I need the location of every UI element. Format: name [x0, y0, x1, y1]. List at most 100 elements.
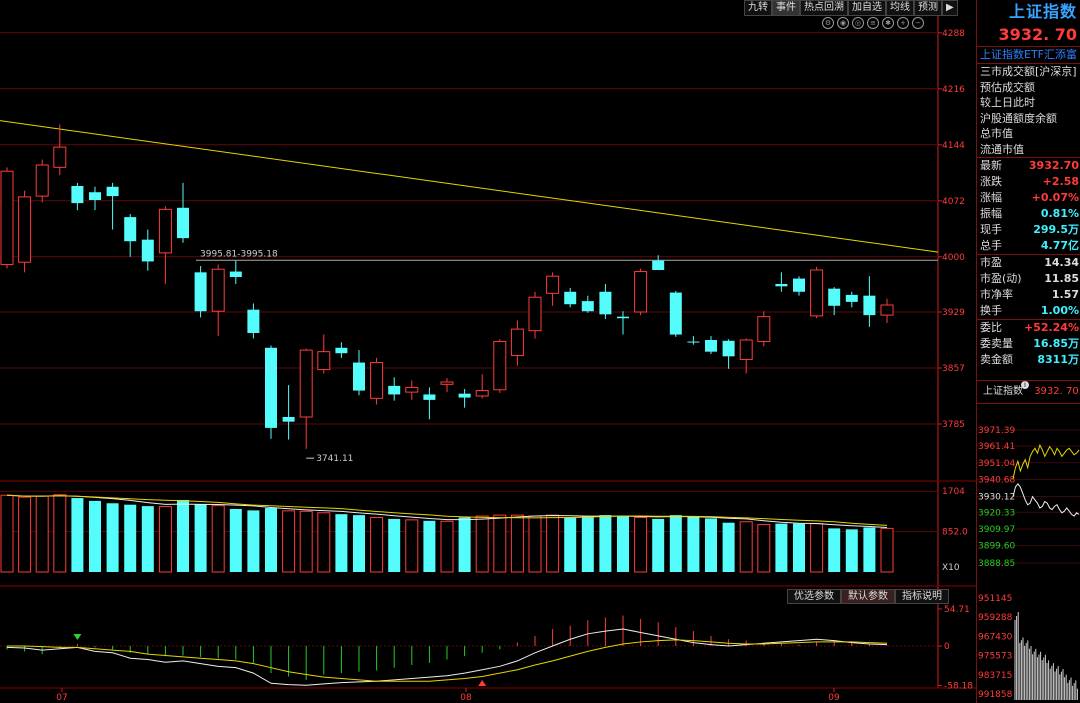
candle-body — [353, 362, 365, 391]
volume-bar — [546, 514, 560, 573]
collapse-icon[interactable]: ▶ — [942, 0, 958, 16]
candle-body — [440, 381, 454, 385]
etf-link[interactable]: 上证指数ETF汇添富 — [977, 47, 1080, 64]
toolbar-btn-1[interactable]: 事件 — [772, 0, 800, 16]
eye-alt-icon[interactable]: ◎ — [852, 17, 864, 29]
indicator-tab-0[interactable]: 优选参数 — [787, 589, 841, 604]
indicator-tab-1[interactable]: 默认参数 — [841, 589, 895, 604]
volume-bar — [0, 494, 14, 573]
quotes-label: 总手 — [980, 239, 1002, 252]
intraday-chart[interactable]: 3971.39 3961.41 3951.04 3940.68 3930.12 3920.… — [977, 425, 1080, 703]
volume-tick-label: 1704 — [942, 487, 965, 497]
toolbar-btn-3[interactable]: 加自选 — [848, 0, 886, 16]
orders-value: 8311万 — [1037, 353, 1079, 366]
indicator-tab-2[interactable]: 指标说明 — [895, 589, 949, 604]
sell-signal-icon — [478, 680, 487, 686]
mini-volume-tick-label: 959288 — [978, 613, 1013, 623]
quotes-row: 涨跌 +2.58 — [977, 174, 1080, 190]
valuation-label: 市盈 — [980, 256, 1002, 269]
x-tick-label: 09 — [828, 693, 840, 703]
candle-body — [546, 275, 560, 294]
valuation-label: 市净率 — [980, 288, 1013, 301]
panel-price: 3932. 70 — [977, 24, 1080, 47]
candle-body — [581, 301, 594, 312]
volume-bar — [634, 516, 648, 573]
volume-bar — [282, 510, 296, 573]
candle-body — [652, 260, 665, 270]
candle-body — [247, 309, 260, 333]
candle-body — [299, 349, 313, 418]
toolbar-btn-4[interactable]: 均线 — [886, 0, 914, 16]
price-tick-label: 4072 — [942, 197, 965, 207]
macd-tick-label: 54.71 — [944, 605, 970, 615]
zoom-out-icon[interactable]: − — [912, 17, 924, 29]
gear-icon[interactable]: ✱ — [882, 17, 894, 29]
candle-body — [475, 390, 489, 397]
mini-volume-tick-label: 991858 — [978, 690, 1013, 700]
settings-icon[interactable]: ⚙ — [822, 17, 834, 29]
quotes-value: 3932.70 — [1028, 159, 1079, 172]
valuation-value: 1.00% — [1040, 304, 1079, 317]
volume-bar — [599, 515, 612, 572]
volume-bar — [775, 523, 788, 572]
volume-bar — [265, 508, 277, 572]
volume-unit-label: X10 — [942, 563, 960, 573]
valuation-row: 市净率 1.57 — [977, 287, 1080, 303]
mini-tick-label: 3961.41 — [978, 442, 1015, 452]
volume-bar — [141, 506, 154, 572]
quotes-label: 最新 — [980, 159, 1002, 172]
toolbar-btn-0[interactable]: 九转 — [744, 0, 772, 16]
candle-body — [705, 340, 717, 352]
volume-bar — [652, 518, 665, 572]
candle-body — [775, 284, 788, 287]
toolbar-btn-5[interactable]: 预测 — [914, 0, 942, 16]
candle-body — [53, 146, 67, 168]
orders-label: 委比 — [980, 321, 1002, 334]
volume-bar — [440, 520, 454, 573]
info-icon[interactable]: i — [1021, 381, 1029, 389]
intraday-price-line — [1012, 443, 1080, 480]
candle-body — [211, 268, 225, 312]
orders-value: 16.85万 — [1033, 337, 1079, 350]
volume-bar — [810, 523, 824, 573]
volume-bar — [158, 506, 172, 573]
price-tick-label: 3929 — [942, 308, 965, 318]
zoom-in-icon[interactable]: + — [897, 17, 909, 29]
candle-body — [880, 304, 894, 316]
volume-bar — [845, 529, 858, 572]
toolbar-btn-2[interactable]: 热点回溯 — [800, 0, 848, 16]
volume-bar — [528, 515, 542, 573]
market-info-list: 三市成交额[沪深京] 预估成交额 较上日此时 沪股通额度余额 总市值 流通市值 — [977, 64, 1080, 157]
candle-body — [89, 192, 101, 200]
trend-line — [0, 120, 939, 253]
mini-tick-label: 3951.04 — [978, 459, 1015, 469]
mini-volume-tick-label: 983715 — [978, 671, 1012, 681]
eye-icon[interactable]: ◉ — [837, 17, 849, 29]
quotes-value: +0.07% — [1031, 191, 1079, 204]
candle-body — [423, 394, 436, 400]
quotes-row: 振幅 0.81% — [977, 206, 1080, 222]
chart-toolbar: 九转 事件 热点回溯 加自选 均线 预测 ▶ — [744, 0, 958, 16]
valuation-row: 市盈(动) 11.85 — [977, 271, 1080, 287]
macd-tick-label: 0 — [944, 642, 950, 652]
candle-body — [317, 351, 331, 371]
price-tick-label: 4000 — [942, 253, 965, 263]
market-info-item: 流通市值 — [980, 142, 1024, 156]
candle-body — [405, 386, 419, 393]
candle-body — [793, 278, 805, 292]
volume-bar — [510, 514, 524, 573]
mini-chart-value: 3932. 70 — [1034, 386, 1079, 397]
x-tick-label: 07 — [56, 693, 67, 703]
volume-bar — [35, 495, 49, 573]
mini-volume-tick-label: 967430 — [978, 632, 1013, 642]
order-list: 委比 +52.24% 委卖量 16.85万 卖金额 8311万 — [977, 320, 1080, 368]
market-info-item: 预估成交额 — [980, 80, 1035, 94]
price-tick-label: 3785 — [942, 420, 965, 430]
candle-body — [634, 271, 648, 313]
range-label: 3995.81-3995.18 — [200, 249, 278, 259]
list-icon[interactable]: ≡ — [867, 17, 879, 29]
orders-label: 卖金额 — [980, 353, 1013, 366]
volume-bar — [18, 496, 32, 573]
candle-body — [493, 341, 507, 391]
mini-tick-label: 3940.68 — [978, 475, 1015, 485]
